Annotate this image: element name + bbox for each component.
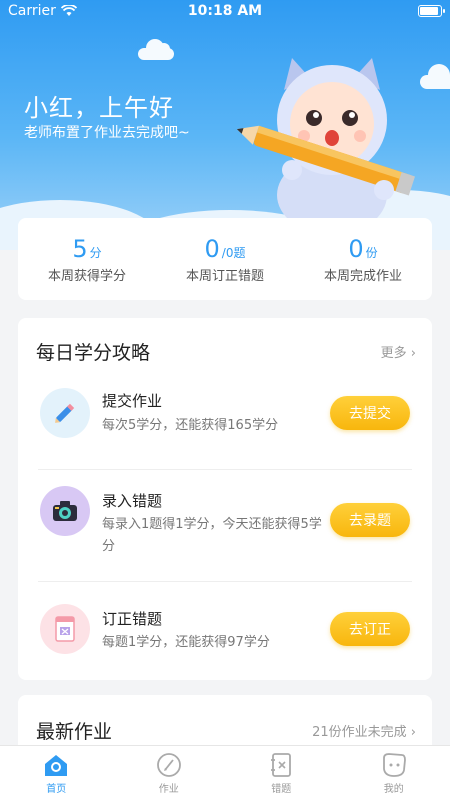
greeting-subtitle: 老师布置了作业去完成吧~: [24, 125, 190, 141]
tab-label: 作业: [158, 784, 179, 795]
tab-profile[interactable]: 我的: [338, 746, 450, 800]
battery-icon: [418, 5, 445, 17]
correct-mistakes-button[interactable]: 去订正: [330, 612, 410, 646]
pending-homework-link[interactable]: 21份作业未完成 ›: [312, 721, 416, 740]
mascot-illustration: [236, 58, 415, 230]
tab-homework[interactable]: 作业: [113, 746, 226, 800]
task-name: 订正错题: [102, 610, 163, 628]
profile-icon: [382, 753, 406, 777]
task-submit-homework: 提交作业 每次5学分，还能获得165学分 去提交: [18, 358, 432, 470]
home-icon: [45, 755, 68, 776]
greeting-title: 小红，上午好: [24, 94, 174, 122]
enter-mistakes-button[interactable]: 去录题: [330, 503, 410, 537]
stat-unit: /0题: [221, 245, 246, 260]
chevron-right-icon: ›: [410, 725, 416, 740]
stat-value: 0: [204, 234, 220, 263]
stat-unit: 份: [365, 245, 378, 260]
clock: 10:18 AM: [187, 3, 263, 19]
status-bar: Carrier 10:18 AM: [0, 0, 450, 22]
pencil-icon: [40, 388, 90, 438]
daily-credits-card: 每日学分攻略 更多 › 提交作业 每次5学分，还能获得165学分 去提交 录入错…: [18, 318, 432, 680]
stat-corrections[interactable]: 0/0题 本周订正错题: [160, 235, 290, 284]
mistakes-icon: [271, 753, 292, 777]
stat-credits[interactable]: 5分 本周获得学分: [22, 235, 152, 284]
tab-label: 错题: [271, 784, 292, 795]
task-description: 每录入1题得1学分，今天还能获得5学分: [102, 517, 322, 554]
more-label: 21份作业未完成: [312, 725, 407, 740]
task-name: 录入错题: [102, 492, 163, 510]
task-description: 每次5学分，还能获得165学分: [102, 418, 279, 433]
cloud-decoration: [138, 39, 174, 60]
tab-mistakes[interactable]: 错题: [225, 746, 338, 800]
homework-icon: [156, 753, 181, 777]
stat-label: 本周订正错题: [185, 268, 264, 284]
stat-unit: 分: [89, 245, 102, 260]
stat-value: 0: [348, 234, 364, 263]
task-description: 每题1学分，还能获得97学分: [102, 635, 270, 650]
task-enter-mistakes: 录入错题 每录入1题得1学分，今天还能获得5学分 去录题: [18, 470, 432, 582]
notebook-icon: [40, 604, 90, 654]
weekly-stats-card: 5分 本周获得学分 0/0题 本周订正错题 0份 本周完成作业: [18, 218, 432, 300]
stat-value: 5: [72, 234, 88, 263]
task-correct-mistakes: 订正错题 每题1学分，还能获得97学分 去订正: [18, 582, 432, 694]
submit-homework-button[interactable]: 去提交: [330, 396, 410, 430]
section-title: 最新作业: [36, 721, 113, 743]
tab-label: 首页: [46, 784, 67, 795]
hero-banner: Carrier 10:18 AM 小红，上午好 老师布置了作业去完成吧~: [0, 0, 450, 250]
stat-homework[interactable]: 0份 本周完成作业: [298, 235, 428, 284]
tab-home[interactable]: 首页: [0, 746, 113, 800]
tab-label: 我的: [383, 784, 404, 795]
tab-bar: 首页 作业 错题 我的: [0, 745, 450, 800]
camera-icon: [40, 486, 90, 536]
stat-label: 本周完成作业: [323, 268, 402, 284]
task-name: 提交作业: [102, 392, 163, 410]
stat-label: 本周获得学分: [47, 268, 126, 284]
